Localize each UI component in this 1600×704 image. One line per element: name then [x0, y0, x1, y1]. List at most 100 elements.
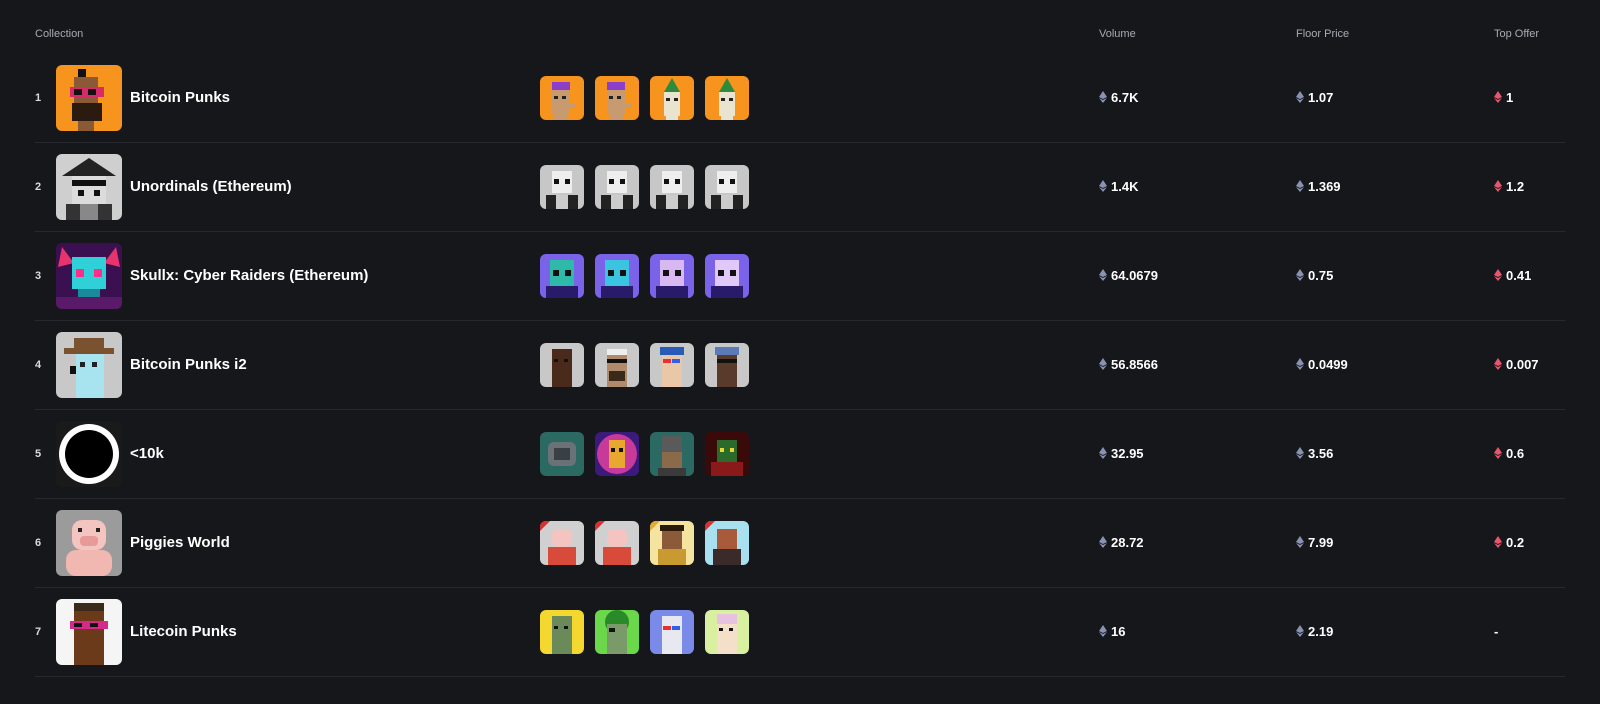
nft-thumbnail[interactable]: [595, 76, 639, 120]
collection-logo[interactable]: [56, 599, 122, 665]
offer-text: 0.41: [1506, 268, 1532, 283]
nft-thumbnail[interactable]: [650, 343, 694, 387]
nft-thumbnail[interactable]: [705, 165, 749, 209]
eth-diamond-icon: [1099, 358, 1107, 370]
collection-logo[interactable]: [56, 65, 122, 131]
volume-text: 64.0679: [1111, 268, 1158, 283]
collection-name[interactable]: Piggies World: [130, 499, 230, 587]
nft-thumbnail[interactable]: [540, 76, 584, 120]
top-offer-value: 0.007: [1494, 321, 1539, 409]
nft-thumbnail[interactable]: [540, 432, 584, 476]
header-collection[interactable]: Collection: [35, 28, 83, 40]
nft-thumbnail[interactable]: [650, 165, 694, 209]
rank: 3: [35, 270, 42, 282]
header-volume[interactable]: Volume: [1099, 28, 1136, 40]
nft-thumbnail[interactable]: [540, 610, 584, 654]
eth-diamond-icon: [1296, 536, 1304, 548]
collection-logo[interactable]: [56, 421, 122, 487]
table-row[interactable]: 4 Bitcoin Punks i2 56.8566 0.0499 0.007: [35, 321, 1565, 410]
floor-text: 1.07: [1308, 90, 1334, 105]
nft-thumbnail[interactable]: [540, 521, 584, 565]
collections-table: Collection Volume Floor Price Top Offer …: [0, 0, 1600, 704]
collection-name[interactable]: Bitcoin Punks: [130, 54, 230, 142]
collection-name[interactable]: Bitcoin Punks i2: [130, 321, 247, 409]
header-floor-price[interactable]: Floor Price: [1296, 28, 1349, 40]
nft-thumbnail[interactable]: [705, 432, 749, 476]
nft-thumbnail[interactable]: [705, 521, 749, 565]
nft-thumbnail[interactable]: [650, 76, 694, 120]
volume-text: 1.4K: [1111, 179, 1139, 194]
offer-text: 1: [1506, 90, 1514, 105]
top-offer-value: -: [1494, 588, 1498, 676]
volume-text: 6.7K: [1111, 90, 1139, 105]
rank: 6: [35, 537, 42, 549]
header-top-offer[interactable]: Top Offer: [1494, 28, 1539, 40]
volume-text: 32.95: [1111, 446, 1144, 461]
offer-text: 1.2: [1506, 179, 1525, 194]
volume-value: 16: [1099, 588, 1125, 676]
floor-price-value: 1.07: [1296, 54, 1333, 142]
collection-logo[interactable]: [56, 332, 122, 398]
floor-text: 2.19: [1308, 624, 1334, 639]
volume-value: 1.4K: [1099, 143, 1138, 231]
volume-value: 28.72: [1099, 499, 1144, 587]
collection-name[interactable]: <10k: [130, 410, 164, 498]
volume-value: 6.7K: [1099, 54, 1138, 142]
eth-diamond-icon: [1099, 91, 1107, 103]
eth-diamond-icon: [1099, 180, 1107, 192]
table-row[interactable]: 2 Unordinals (Ethereum) 1.4K 1.369 1.2: [35, 143, 1565, 232]
volume-value: 56.8566: [1099, 321, 1158, 409]
eth-diamond-red-icon: [1494, 91, 1502, 103]
eth-diamond-icon: [1296, 447, 1304, 459]
eth-diamond-icon: [1099, 625, 1107, 637]
eth-diamond-icon: [1099, 447, 1107, 459]
nft-thumbnail[interactable]: [650, 521, 694, 565]
nft-thumbnail[interactable]: [540, 254, 584, 298]
nft-thumbnail[interactable]: [705, 610, 749, 654]
table-header: Collection Volume Floor Price Top Offer: [0, 24, 1600, 44]
table-row[interactable]: 3 Skullx: Cyber Raiders (Ethereum) 64.06…: [35, 232, 1565, 321]
collection-name[interactable]: Skullx: Cyber Raiders (Ethereum): [130, 232, 368, 320]
floor-price-value: 1.369: [1296, 143, 1341, 231]
nft-thumbnail[interactable]: [595, 521, 639, 565]
nft-thumbnail[interactable]: [705, 254, 749, 298]
top-offer-value: 0.41: [1494, 232, 1531, 320]
collection-logo[interactable]: [56, 243, 122, 309]
rank: 5: [35, 448, 42, 460]
eth-diamond-icon: [1099, 536, 1107, 548]
offer-text: -: [1494, 624, 1499, 639]
floor-text: 7.99: [1308, 535, 1334, 550]
nft-thumbnail[interactable]: [650, 432, 694, 476]
nft-thumbnail[interactable]: [595, 343, 639, 387]
volume-text: 56.8566: [1111, 357, 1158, 372]
eth-diamond-red-icon: [1494, 358, 1502, 370]
collection-logo[interactable]: [56, 154, 122, 220]
rank: 7: [35, 626, 42, 638]
floor-price-value: 0.75: [1296, 232, 1333, 320]
floor-text: 3.56: [1308, 446, 1334, 461]
eth-diamond-red-icon: [1494, 447, 1502, 459]
rank: 4: [35, 359, 42, 371]
collection-name[interactable]: Unordinals (Ethereum): [130, 143, 292, 231]
table-row[interactable]: 6 Piggies World 28.72 7.99 0.2: [35, 499, 1565, 588]
nft-thumbnail[interactable]: [595, 610, 639, 654]
table-row[interactable]: 1 Bitcoin Punks 6.7K 1.07 1: [35, 54, 1565, 143]
table-row[interactable]: 7 Litecoin Punks 16 2.19 -: [35, 588, 1565, 677]
nft-thumbnail[interactable]: [595, 432, 639, 476]
nft-thumbnail[interactable]: [650, 254, 694, 298]
rank: 2: [35, 181, 42, 193]
collection-logo[interactable]: [56, 510, 122, 576]
nft-thumbnail[interactable]: [650, 610, 694, 654]
nft-thumbnail[interactable]: [595, 254, 639, 298]
nft-thumbnail[interactable]: [595, 165, 639, 209]
eth-diamond-red-icon: [1494, 269, 1502, 281]
collection-name[interactable]: Litecoin Punks: [130, 588, 237, 676]
table-row[interactable]: 5 <10k 32.95 3.56 0.6: [35, 410, 1565, 499]
offer-text: 0.6: [1506, 446, 1525, 461]
nft-thumbnail[interactable]: [705, 76, 749, 120]
eth-diamond-red-icon: [1494, 180, 1502, 192]
nft-thumbnail[interactable]: [705, 343, 749, 387]
nft-thumbnail[interactable]: [540, 343, 584, 387]
eth-diamond-icon: [1099, 269, 1107, 281]
nft-thumbnail[interactable]: [540, 165, 584, 209]
